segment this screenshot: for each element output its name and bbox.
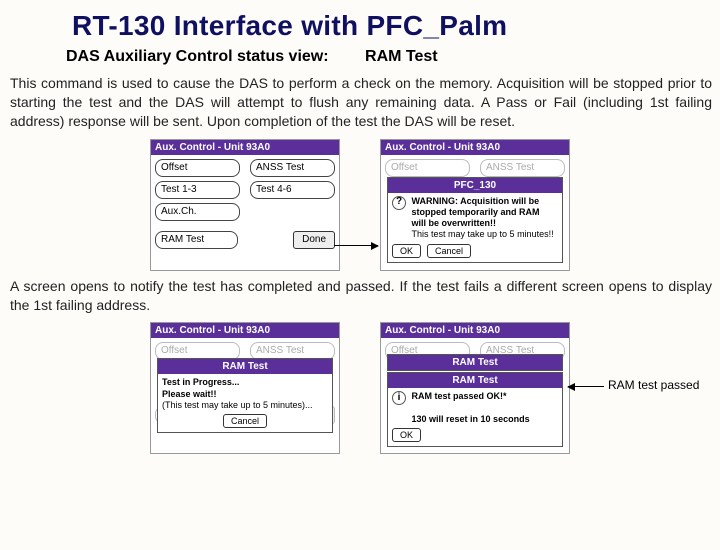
- question-icon: ?: [392, 196, 406, 210]
- slide-title: RT-130 Interface with PFC_Palm: [72, 10, 720, 42]
- progress-line3: (This test may take up to 5 minutes)...: [162, 400, 313, 410]
- dialog-message: RAM test passed OK!* 130 will reset in 1…: [412, 391, 556, 425]
- progress-line2: Please wait!!: [162, 389, 217, 399]
- anss-test-button: ANSS Test: [480, 159, 565, 177]
- anss-test-button[interactable]: ANSS Test: [250, 159, 335, 177]
- aux-control-panel-progress: Aux. Control - Unit 93A0 Offset ANSS Tes…: [150, 322, 340, 454]
- arrow-icon: [334, 245, 378, 246]
- panel-header: Aux. Control - Unit 93A0: [381, 140, 569, 155]
- ok-button[interactable]: OK: [392, 428, 421, 442]
- pass-dialog: RAM Test i RAM test passed OK!* 130 will…: [387, 372, 563, 447]
- subtitle-right: RAM Test: [365, 48, 438, 65]
- panel-header: Aux. Control - Unit 93A0: [381, 323, 569, 338]
- progress-dialog: RAM Test Test in Progress... Please wait…: [157, 358, 333, 433]
- callout-arrow-icon: [568, 386, 604, 387]
- slide-subtitle: DAS Auxiliary Control status view: RAM T…: [66, 48, 720, 66]
- panel-header: Aux. Control - Unit 93A0: [151, 140, 339, 155]
- dialog-title: RAM Test: [388, 373, 562, 388]
- warning-dialog: PFC_130 ? WARNING: Acquisition will be s…: [387, 177, 563, 263]
- row-1: Aux. Control - Unit 93A0 Offset ANSS Tes…: [0, 139, 720, 271]
- pass-line2: 130 will reset in 10 seconds: [412, 414, 530, 424]
- callout-text: RAM test passed: [608, 378, 699, 392]
- dialog-title: PFC_130: [388, 178, 562, 193]
- pass-line1: RAM test passed OK!*: [412, 391, 507, 401]
- panel-header: Aux. Control - Unit 93A0: [151, 323, 339, 338]
- subtitle-left: DAS Auxiliary Control status view:: [66, 48, 329, 65]
- progress-line1: Test in Progress...: [162, 377, 239, 387]
- dialog-title: RAM Test: [158, 359, 332, 374]
- ram-test-bar: RAM Test: [387, 354, 563, 371]
- cancel-button[interactable]: Cancel: [427, 244, 471, 258]
- offset-button: Offset: [385, 159, 470, 177]
- paragraph-1: This command is used to cause the DAS to…: [10, 74, 712, 131]
- warning-plain-text: This test may take up to 5 minutes!!: [412, 229, 554, 239]
- cancel-button[interactable]: Cancel: [223, 414, 267, 428]
- dialog-message: WARNING: Acquisition will be stopped tem…: [412, 196, 556, 241]
- row-2: Aux. Control - Unit 93A0 Offset ANSS Tes…: [0, 322, 720, 454]
- info-icon: i: [392, 391, 406, 405]
- ok-button[interactable]: OK: [392, 244, 421, 258]
- aux-control-panel-passed: Aux. Control - Unit 93A0 Offset ANSS Tes…: [380, 322, 570, 454]
- test-4-6-button[interactable]: Test 4-6: [250, 181, 335, 199]
- paragraph-2: A screen opens to notify the test has co…: [10, 277, 712, 315]
- aux-control-panel-warning: Aux. Control - Unit 93A0 Offset ANSS Tes…: [380, 139, 570, 271]
- aux-ch-button[interactable]: Aux.Ch.: [155, 203, 240, 221]
- ram-test-button[interactable]: RAM Test: [155, 231, 238, 249]
- warning-bold-text: WARNING: Acquisition will be stopped tem…: [412, 196, 540, 229]
- test-1-3-button[interactable]: Test 1-3: [155, 181, 240, 199]
- dialog-title: RAM Test: [388, 355, 562, 370]
- done-button[interactable]: Done: [293, 231, 335, 249]
- aux-control-panel-normal: Aux. Control - Unit 93A0 Offset ANSS Tes…: [150, 139, 340, 271]
- offset-button[interactable]: Offset: [155, 159, 240, 177]
